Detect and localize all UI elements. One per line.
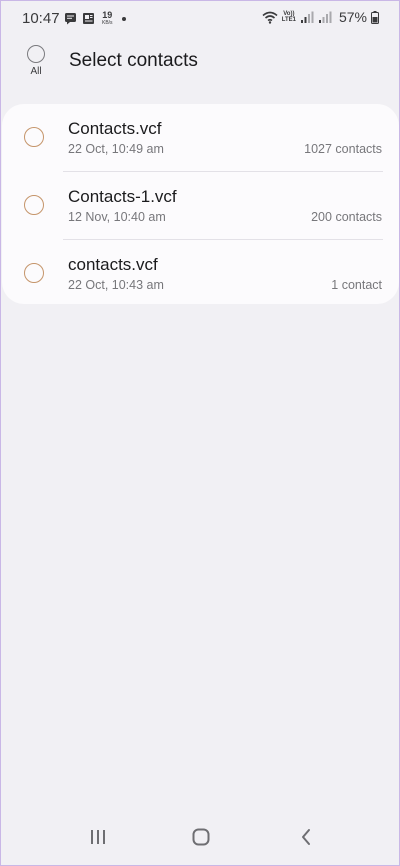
file-date: 12 Nov, 10:40 am	[68, 210, 166, 224]
back-button[interactable]	[291, 823, 321, 851]
status-bar: 10:47 19 KB/s Vo)) LTE1 57%	[1, 1, 399, 35]
list-item[interactable]: Contacts.vcf 22 Oct, 10:49 am 1027 conta…	[2, 104, 399, 171]
wifi-icon	[262, 11, 278, 24]
page-title: Select contacts	[69, 50, 198, 71]
file-list: Contacts.vcf 22 Oct, 10:49 am 1027 conta…	[2, 104, 399, 304]
status-notification-icons: 19 KB/s	[64, 11, 126, 26]
file-contact-count: 1 contact	[331, 278, 382, 292]
home-icon	[192, 828, 210, 846]
select-all-label: All	[30, 66, 42, 77]
home-button[interactable]	[186, 823, 216, 851]
net-speed-value: 19	[102, 10, 113, 20]
status-system-icons: Vo)) LTE1 57%	[262, 9, 379, 25]
more-notifications-dot-icon	[121, 16, 126, 21]
file-date: 22 Oct, 10:43 am	[68, 278, 164, 292]
status-time: 10:47	[22, 10, 60, 27]
file-name: Contacts-1.vcf	[68, 187, 177, 206]
file-radio[interactable]	[24, 127, 44, 147]
file-radio[interactable]	[24, 195, 44, 215]
list-item[interactable]: contacts.vcf 22 Oct, 10:43 am 1 contact	[2, 240, 399, 307]
recent-apps-icon	[91, 830, 105, 844]
net-speed-unit: KB/s	[102, 20, 113, 26]
list-item[interactable]: Contacts-1.vcf 12 Nov, 10:40 am 200 cont…	[2, 172, 399, 239]
volte-indicator: Vo)) LTE1	[282, 11, 296, 23]
select-all-checkbox[interactable]	[27, 45, 45, 63]
message-icon	[65, 13, 76, 25]
navigation-bar	[1, 809, 399, 865]
news-icon	[83, 13, 94, 24]
signal-2-icon	[318, 11, 332, 23]
file-name: Contacts.vcf	[68, 119, 162, 138]
file-contact-count: 200 contacts	[311, 210, 382, 224]
file-date: 22 Oct, 10:49 am	[68, 142, 164, 156]
recent-apps-button[interactable]	[83, 823, 113, 851]
back-icon	[302, 829, 310, 845]
network-speed-indicator: 19 KB/s	[102, 11, 113, 26]
battery-icon	[371, 10, 379, 24]
battery-percent: 57%	[338, 9, 367, 25]
file-radio[interactable]	[24, 263, 44, 283]
select-all-toggle[interactable]: All	[25, 45, 47, 77]
file-contact-count: 1027 contacts	[304, 142, 382, 156]
file-name: contacts.vcf	[68, 255, 158, 274]
signal-icon	[300, 11, 314, 23]
volte-bottom-label: LTE1	[281, 17, 296, 23]
